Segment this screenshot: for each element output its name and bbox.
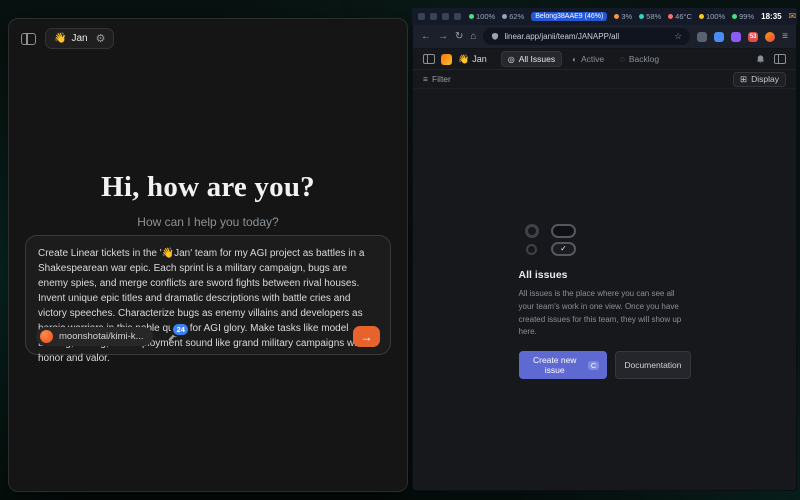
temperature-indicator: 46°C	[668, 12, 692, 21]
jan-titlebar: 👋 Jan ⚙	[9, 19, 407, 58]
browser-window: ← → ↻ ⌂ linear.app/janii/team/JANAPP/all…	[412, 25, 797, 491]
tools-count-badge: 24	[171, 322, 190, 337]
filter-icon: ≡	[423, 74, 428, 84]
browser-toolbar: ← → ↻ ⌂ linear.app/janii/team/JANAPP/all…	[413, 25, 796, 49]
todo-state-icon	[525, 224, 539, 238]
workspace-avatar[interactable]	[441, 54, 452, 65]
memory-indicator: 58%	[639, 12, 661, 21]
linear-team-emoji: 👋	[458, 54, 469, 65]
tray-icon[interactable]	[418, 13, 425, 20]
sidebar-toggle-icon[interactable]	[21, 33, 36, 45]
battery2-indicator: 99%	[732, 12, 754, 21]
send-button[interactable]: →	[353, 326, 380, 347]
brightness-indicator: 100%	[699, 12, 725, 21]
linear-filterbar: ≡ Filter ⊞ Display	[413, 70, 796, 89]
prompt-text[interactable]: Create Linear tickets in the '👋Jan' team…	[38, 246, 378, 366]
reload-icon[interactable]: ↻	[455, 32, 463, 42]
empty-state-title: All issues	[519, 269, 691, 281]
team-name-label: Jan	[71, 33, 87, 44]
right-panel-toggle-icon[interactable]	[774, 54, 786, 64]
tray-left	[418, 13, 461, 20]
tab-all-issues[interactable]: ◎ All Issues	[501, 51, 562, 67]
open-state-icon	[526, 244, 537, 255]
model-selector[interactable]: moonshotai/kimi-k...	[36, 327, 153, 346]
network-indicator[interactable]: Belong38AAE9 (46%)	[531, 12, 607, 21]
shield-icon	[491, 32, 499, 41]
back-icon[interactable]: ←	[421, 32, 431, 42]
right-desktop-area: 100% 62% Belong38AAE9 (46%) 3% 58% 46°C …	[412, 8, 797, 491]
url-bar[interactable]: linear.app/janii/team/JANAPP/all ☆	[483, 28, 690, 45]
bell-icon[interactable]	[755, 54, 766, 65]
team-selector[interactable]: 👋 Jan ⚙	[45, 28, 114, 49]
status-group: 100% 62% Belong38AAE9 (46%) 3% 58% 46°C …	[469, 11, 800, 22]
empty-state: ✓ All issues All issues is the place whe…	[519, 224, 691, 379]
issue-states-illustration: ✓	[519, 224, 583, 256]
tab-backlog[interactable]: ◌ Backlog	[614, 52, 665, 66]
prompt-toolbar: moonshotai/kimi-k... 24 →	[36, 326, 380, 347]
bookmark-star-icon[interactable]: ☆	[674, 31, 682, 42]
active-state-icon: ◐	[572, 55, 577, 64]
tray-icon[interactable]	[442, 13, 449, 20]
linear-team-name[interactable]: 👋 Jan	[458, 54, 487, 65]
menu-icon[interactable]: ≡	[782, 32, 788, 42]
extensions-puzzle-icon[interactable]	[697, 32, 707, 42]
extension-icon[interactable]	[714, 32, 724, 42]
jan-app-window: 👋 Jan ⚙ Hi, how are you? How can I help …	[8, 18, 408, 492]
hero-subtitle: How can I help you today?	[9, 215, 407, 229]
header-right-icons	[755, 54, 786, 65]
home-icon[interactable]: ⌂	[470, 32, 476, 42]
tools-button[interactable]: 24	[167, 330, 180, 343]
all-issues-icon: ◎	[508, 55, 515, 64]
documentation-button[interactable]: Documentation	[615, 351, 690, 379]
backlog-state-icon: ◌	[620, 55, 625, 64]
battery-indicator: 100%	[469, 12, 495, 21]
forward-icon[interactable]: →	[438, 32, 448, 42]
clock: 18:35	[761, 12, 781, 21]
linear-header: 👋 Jan ◎ All Issues ◐ Active ◌ Backlog	[413, 49, 796, 70]
filter-button[interactable]: ≡ Filter	[423, 74, 451, 84]
gear-icon[interactable]: ⚙	[96, 32, 106, 45]
shortcut-key-badge: C	[588, 361, 599, 370]
view-tabs: ◎ All Issues ◐ Active ◌ Backlog	[501, 51, 665, 67]
hero-section: Hi, how are you? How can I help you toda…	[9, 171, 407, 229]
linear-page: 👋 Jan ◎ All Issues ◐ Active ◌ Backlog	[413, 49, 796, 490]
team-emoji-icon: 👋	[54, 33, 66, 44]
done-state-icon: ✓	[551, 242, 576, 256]
volume-indicator: 62%	[502, 12, 524, 21]
empty-state-actions: Create new issue C Documentation	[519, 351, 691, 379]
send-arrow-icon: →	[361, 331, 373, 343]
model-provider-icon	[40, 330, 53, 343]
in-progress-state-icon	[551, 224, 576, 238]
tray-icon[interactable]	[430, 13, 437, 20]
hero-title: Hi, how are you?	[9, 171, 407, 204]
display-button[interactable]: ⊞ Display	[733, 72, 786, 87]
tab-active[interactable]: ◐ Active	[566, 52, 610, 66]
profile-avatar[interactable]	[765, 32, 775, 42]
extension-icon[interactable]	[731, 32, 741, 42]
cpu-indicator: 3%	[614, 12, 632, 21]
url-text[interactable]: linear.app/janii/team/JANAPP/all	[504, 32, 669, 41]
empty-state-description: All issues is the place where you can se…	[519, 288, 691, 339]
display-icon: ⊞	[740, 74, 747, 85]
system-status-bar: 100% 62% Belong38AAE9 (46%) 3% 58% 46°C …	[412, 8, 797, 25]
extension-badge-icon[interactable]: 53	[748, 32, 758, 42]
tray-icon[interactable]	[454, 13, 461, 20]
prompt-input-card[interactable]: Create Linear tickets in the '👋Jan' team…	[25, 235, 391, 355]
create-new-issue-button[interactable]: Create new issue C	[519, 351, 608, 379]
mail-icon[interactable]: ✉	[789, 11, 797, 22]
linear-sidebar-toggle-icon[interactable]	[423, 54, 435, 64]
model-name-label: moonshotai/kimi-k...	[59, 331, 143, 342]
linear-team-label: Jan	[472, 54, 487, 64]
